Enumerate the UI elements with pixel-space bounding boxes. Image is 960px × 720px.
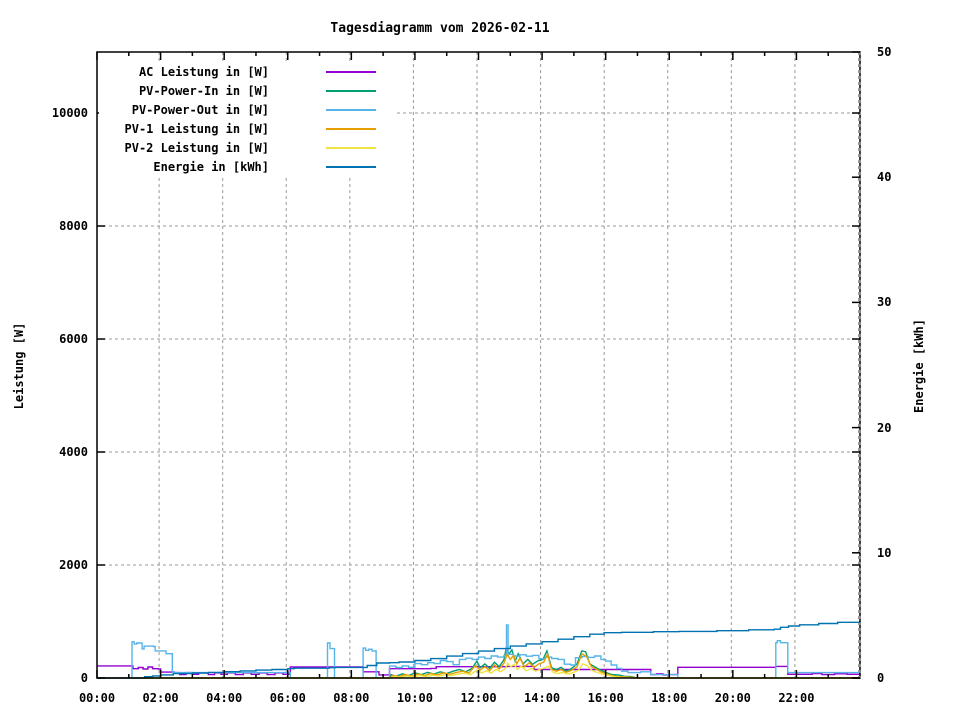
legend-label: PV-Power-Out in [W] [131, 102, 269, 117]
chart-title: Tagesdiagramm vom 2026-02-11 [330, 21, 550, 36]
legend-row: PV-2 Leistung in [W] [103, 138, 376, 157]
x-tick-label: 20:00 [714, 691, 751, 705]
legend-row: PV-1 Leistung in [W] [103, 119, 376, 138]
legend-line-sample [326, 127, 376, 130]
x-tick-label: 06:00 [269, 691, 306, 705]
x-tick-label: 10:00 [396, 691, 433, 705]
y1-tick-label: 6000 [59, 332, 88, 346]
x-tick-label: 12:00 [460, 691, 497, 705]
chart: Tagesdiagramm vom 2026-02-11 Leistung [W… [0, 0, 960, 720]
x-tick-label: 02:00 [142, 691, 179, 705]
y1-axis-label: Leistung [W] [12, 322, 26, 410]
legend-label: PV-1 Leistung in [W] [124, 121, 270, 136]
y1-tick-label: 2000 [59, 558, 88, 572]
x-tick-label: 14:00 [524, 691, 561, 705]
y2-axis-label: Energie [kWh] [912, 319, 926, 413]
y1-tick-label: 8000 [59, 219, 88, 233]
legend-line-sample [326, 70, 376, 73]
x-tick-label: 04:00 [206, 691, 243, 705]
legend-line-sample [326, 89, 376, 92]
x-tick-label: 00:00 [78, 691, 116, 705]
y2-tick-label: 0 [877, 671, 885, 685]
x-tick-label: 18:00 [651, 691, 688, 705]
y2-tick-label: 20 [877, 420, 892, 435]
legend-label: Energie in [kWh] [153, 159, 269, 174]
y1-tick-label: 0 [80, 671, 88, 685]
legend: AC Leistung in [W] PV-Power-In in [W] PV-P… [99, 62, 394, 178]
y2-tick-label: 10 [877, 545, 892, 560]
y2-tick-label: 40 [877, 170, 892, 185]
y1-tick-label: 4000 [59, 445, 88, 459]
y2-tick-label: 50 [877, 45, 892, 59]
x-tick-label: 16:00 [587, 691, 624, 705]
legend-label: PV-2 Leistung in [W] [124, 140, 270, 155]
y2-tick-label: 30 [877, 295, 892, 310]
legend-label: PV-Power-In in [W] [138, 83, 269, 98]
x-tick-label: 22:00 [778, 691, 815, 705]
legend-row: PV-Power-Out in [W] [103, 100, 376, 119]
legend-line-sample [326, 165, 376, 168]
legend-row: PV-Power-In in [W] [103, 81, 376, 100]
legend-row: Energie in [kWh] [103, 157, 376, 176]
x-tick-label: 08:00 [333, 691, 370, 705]
y1-tick-label: 10000 [51, 106, 88, 121]
legend-line-sample [326, 146, 376, 149]
legend-label: AC Leistung in [W] [138, 64, 269, 79]
legend-row: AC Leistung in [W] [103, 62, 376, 81]
legend-line-sample [326, 108, 376, 111]
